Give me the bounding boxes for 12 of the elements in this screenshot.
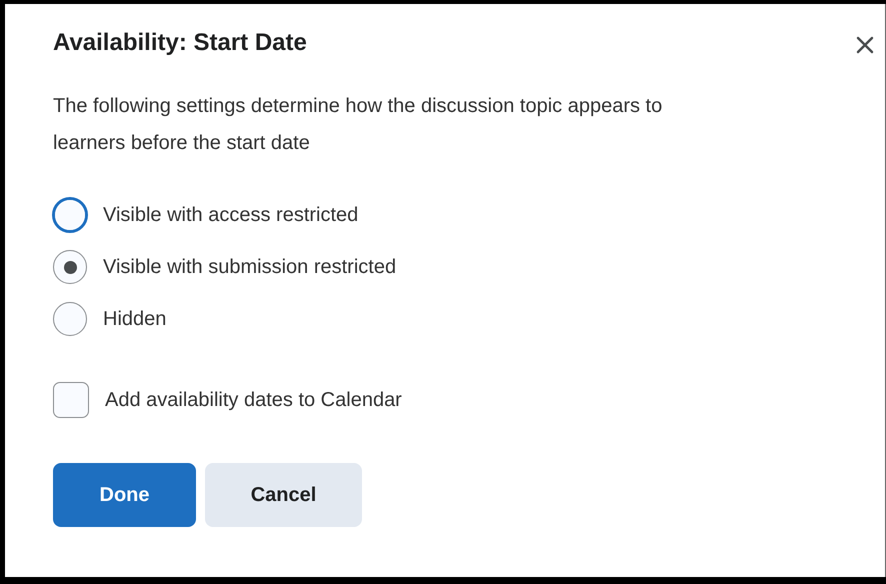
description-text: The following settings determine how the discussion topic appears to learners before the start date xyxy=(53,94,664,156)
radio-button[interactable] xyxy=(53,250,87,284)
option-label: Visible with submission restricted xyxy=(103,256,396,278)
option-label: Hidden xyxy=(103,308,166,330)
cancel-button[interactable]: Cancel xyxy=(205,463,362,527)
checkbox[interactable] xyxy=(53,382,89,418)
close-icon[interactable] xyxy=(855,35,875,55)
done-button[interactable]: Done xyxy=(53,463,196,527)
dialog-title: Availability: Start Date xyxy=(53,28,307,58)
checkbox-label: Add availability dates to Calendar xyxy=(105,388,402,413)
radio-button[interactable] xyxy=(53,302,87,336)
option-label: Visible with access restricted xyxy=(103,204,358,226)
